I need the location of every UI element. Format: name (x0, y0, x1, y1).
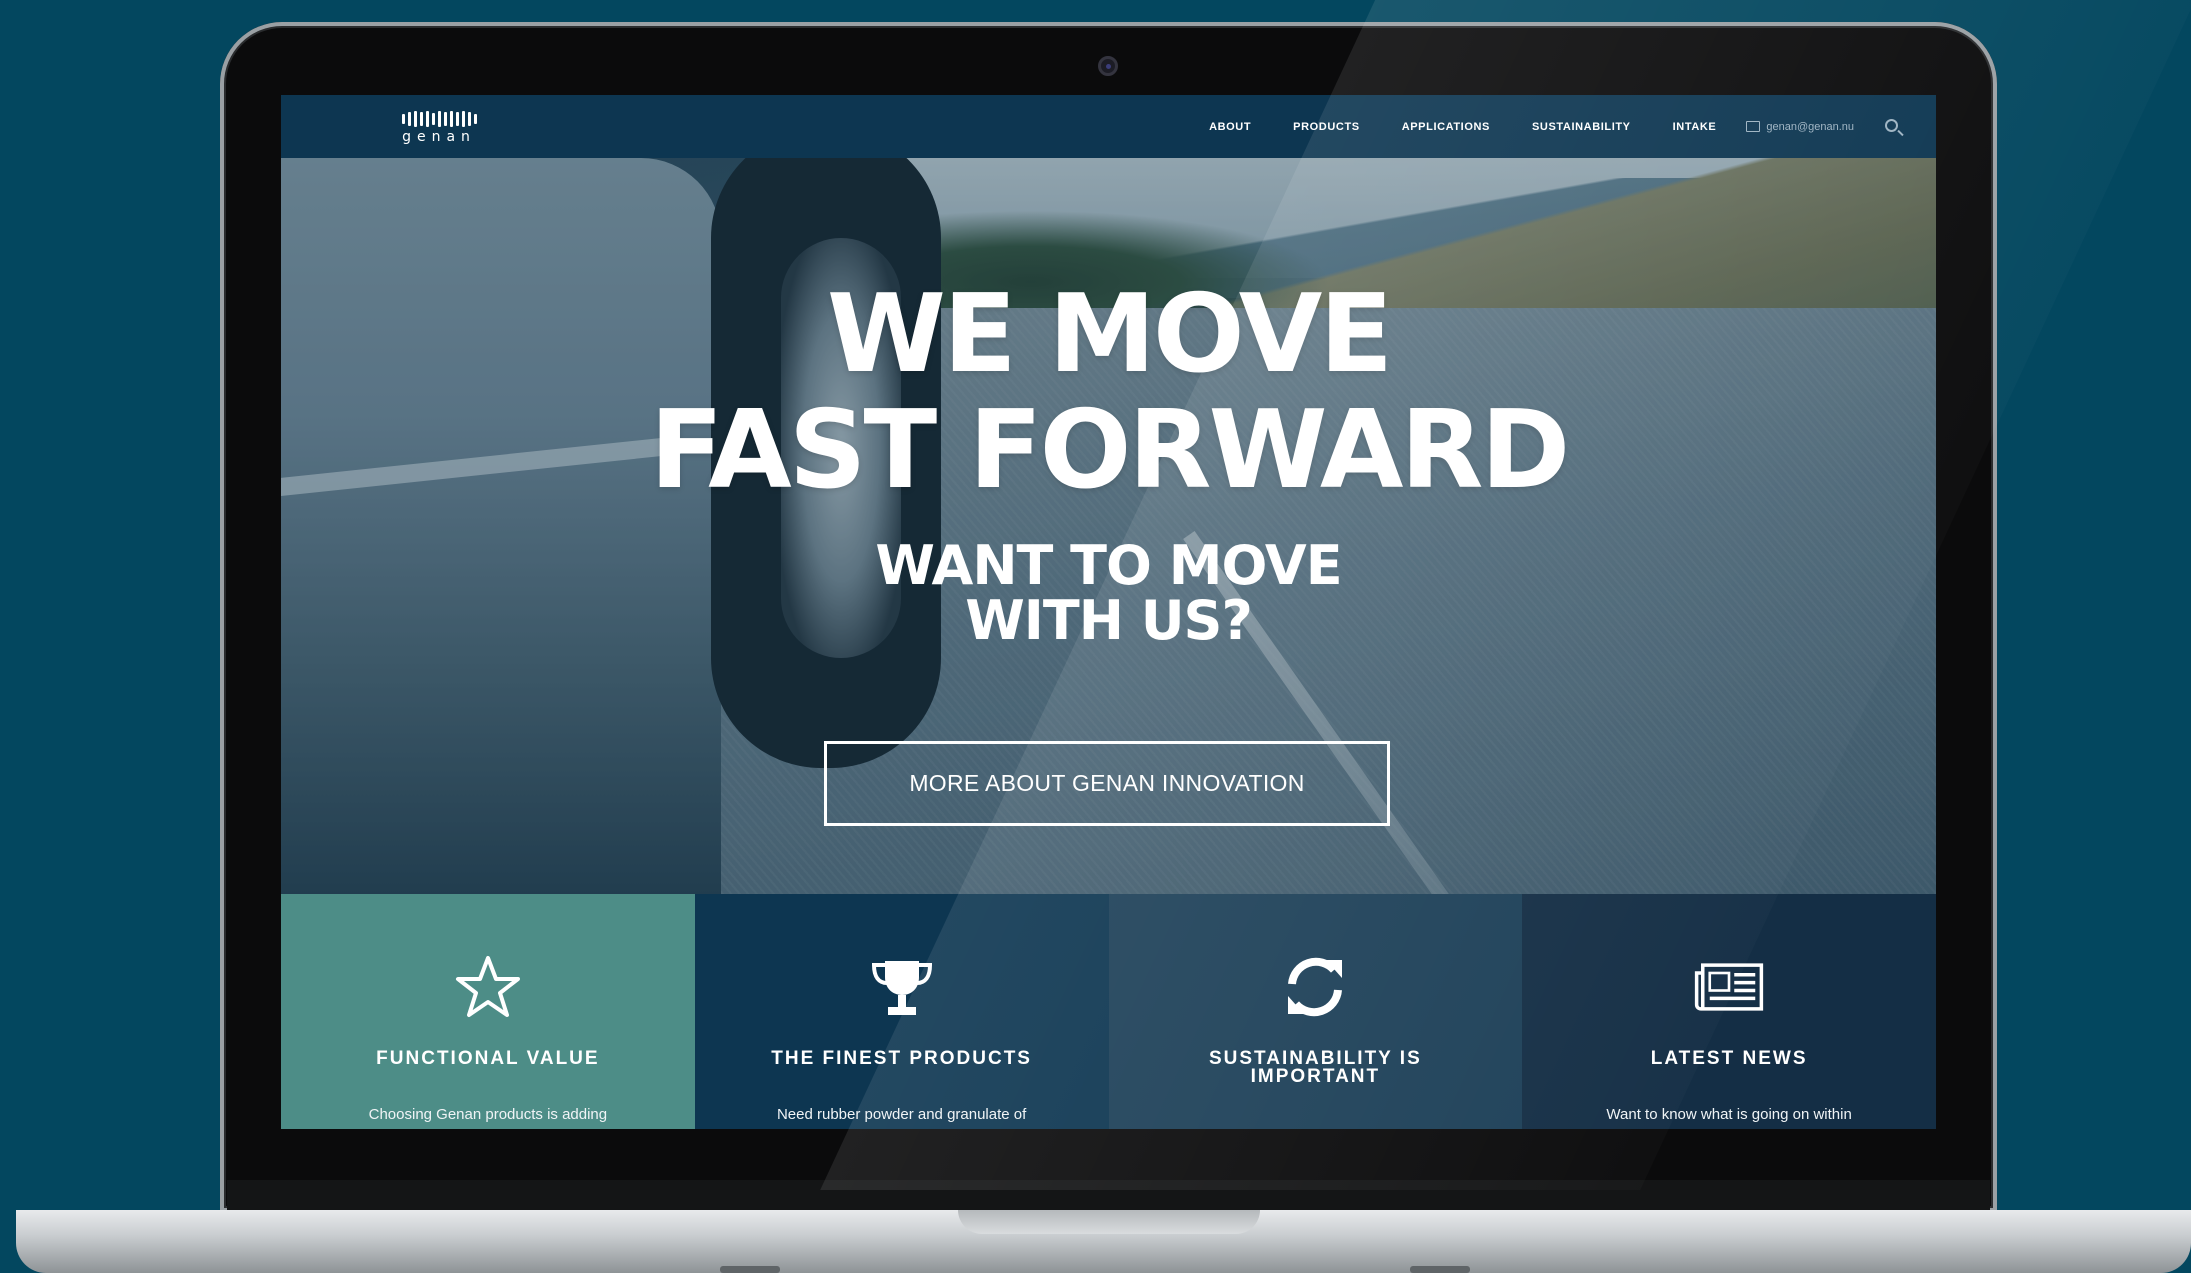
laptop-bezel-bottom (227, 1180, 1990, 1212)
feature-card-latest-news[interactable]: LATEST NEWS Want to know what is going o… (1522, 894, 1936, 1129)
logo-bars-icon (389, 111, 489, 127)
laptop-foot (720, 1266, 780, 1273)
feature-text: Want to know what is going on within (1606, 1106, 1852, 1123)
hero-banner: WE MOVE FAST FORWARD WANT TO MOVE WITH U… (281, 158, 1936, 894)
laptop-base-notch (958, 1210, 1260, 1234)
hero-subtitle-line2: WITH US? (965, 589, 1253, 652)
laptop-screen: genan ABOUT PRODUCTS APPLICATIONS SUSTAI… (281, 95, 1936, 1129)
refresh-icon (1280, 952, 1350, 1022)
feature-card-finest-products[interactable]: THE FINEST PRODUCTS Need rubber powder a… (694, 894, 1109, 1129)
feature-card-sustainability[interactable]: SUSTAINABILITY IS IMPORTANT (1108, 894, 1523, 1129)
search-icon[interactable] (1885, 119, 1898, 132)
feature-strip: FUNCTIONAL VALUE Choosing Genan products… (281, 894, 1936, 1129)
genan-logo[interactable]: genan (389, 111, 489, 145)
nav-item-products[interactable]: PRODUCTS (1293, 121, 1360, 133)
hero-title-line1: WE MOVE (826, 272, 1393, 397)
navbar: genan ABOUT PRODUCTS APPLICATIONS SUSTAI… (281, 95, 1936, 158)
feature-text: Need rubber powder and granulate of (776, 1106, 1027, 1123)
feature-title: SUSTAINABILITY IS IMPORTANT (1109, 1049, 1523, 1087)
nav-email-text: genan@genan.nu (1766, 120, 1854, 133)
feature-title: THE FINEST PRODUCTS (771, 1048, 1032, 1069)
hero-subtitle-line1: WANT TO MOVE (875, 534, 1342, 597)
more-about-innovation-button[interactable]: MORE ABOUT GENAN INNOVATION (824, 741, 1390, 826)
nav-email-link[interactable]: genan@genan.nu (1746, 121, 1854, 133)
nav-item-intake[interactable]: INTAKE (1673, 121, 1717, 133)
nav-item-about[interactable]: ABOUT (1209, 121, 1251, 133)
logo-text: genan (402, 129, 476, 145)
feature-title: FUNCTIONAL VALUE (376, 1048, 600, 1069)
mail-icon (1746, 121, 1761, 132)
feature-title: LATEST NEWS (1650, 1048, 1808, 1069)
star-icon (453, 952, 523, 1022)
hero-title-line2: FAST FORWARD (649, 388, 1570, 513)
nav-item-applications[interactable]: APPLICATIONS (1402, 121, 1490, 133)
nav-item-sustainability[interactable]: SUSTAINABILITY (1532, 121, 1631, 133)
trophy-icon (867, 952, 937, 1022)
newspaper-icon (1694, 952, 1764, 1022)
camera-icon (1098, 56, 1118, 76)
feature-title-line2: IMPORTANT (1250, 1066, 1381, 1087)
feature-card-functional-value[interactable]: FUNCTIONAL VALUE Choosing Genan products… (281, 894, 695, 1129)
feature-text: Choosing Genan products is adding (368, 1106, 608, 1123)
nav-menu: ABOUT PRODUCTS APPLICATIONS SUSTAINABILI… (1167, 95, 1854, 158)
laptop-foot (1410, 1266, 1470, 1273)
